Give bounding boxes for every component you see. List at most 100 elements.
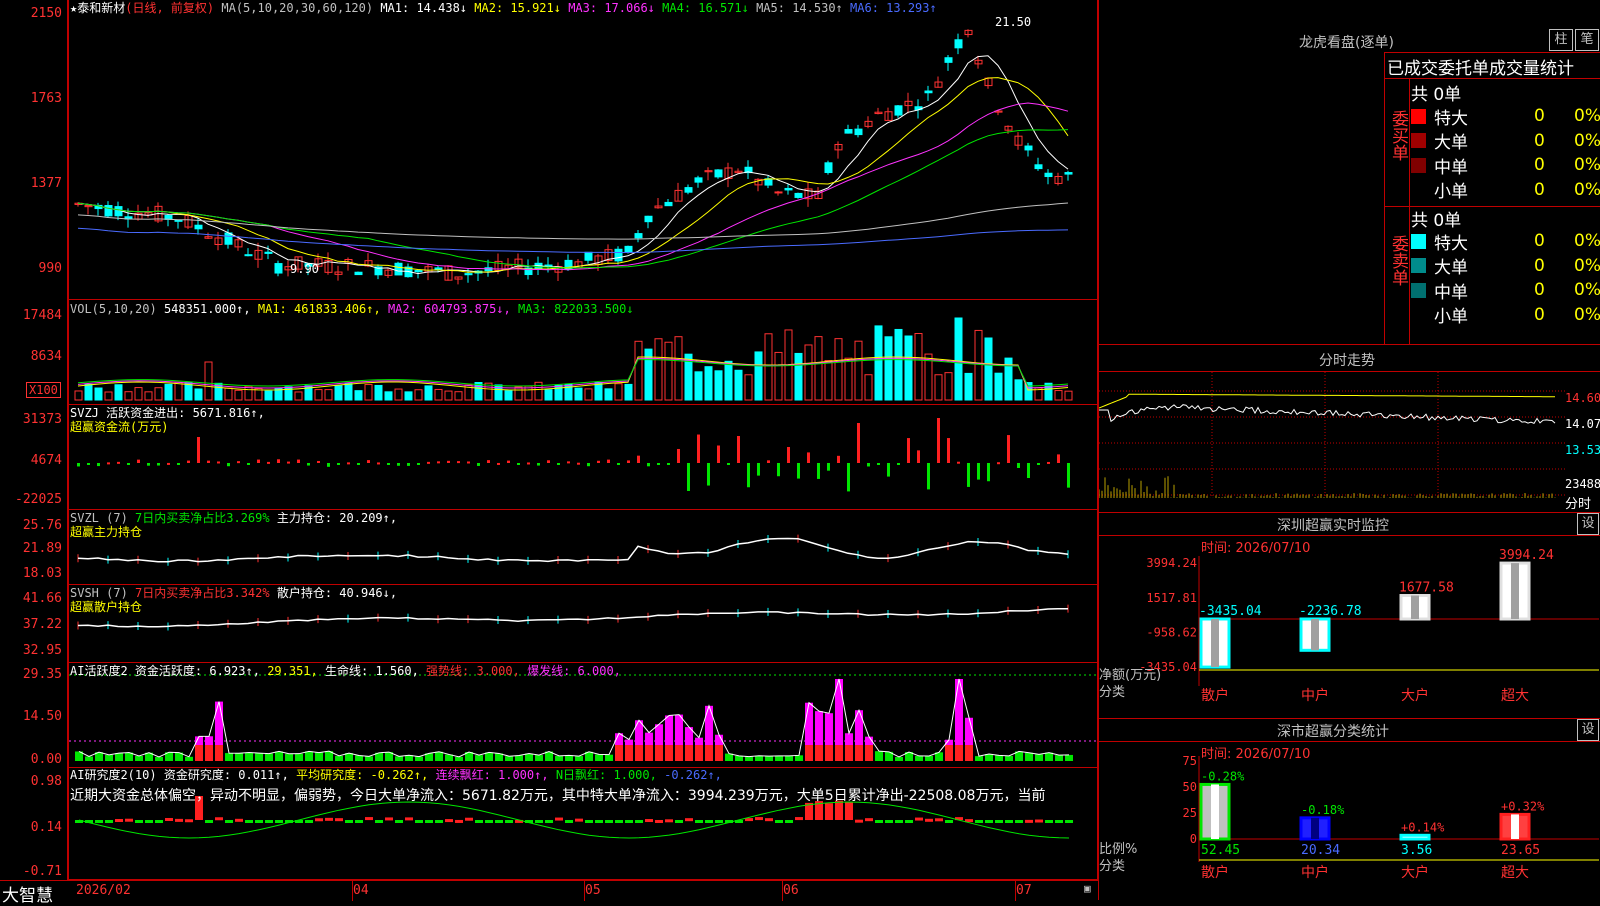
candle-body [394,262,403,276]
class-value-label: 20.34 [1301,843,1340,858]
volume-bar [224,387,233,401]
sz-monitor-title: 深圳超赢实时监控 [1277,518,1389,534]
volume-bar [704,366,713,401]
sell-orders-label: 委卖单 [1388,235,1408,286]
research-bar [605,820,613,823]
volume-bar [984,337,993,401]
activity-bar [485,752,493,761]
volume-bar [324,389,333,401]
svzj-bar [947,438,950,463]
svzj-bar [267,461,270,464]
volume-bar [964,372,973,401]
svzj-bar [897,463,900,465]
research-bar [875,820,883,823]
sell-row-name: 小单 [1434,307,1468,327]
research-bar [495,820,503,823]
svzj-bar [537,463,540,466]
buy-row-pct: 0% [1574,179,1600,200]
sell-row-count: 0 [1534,304,1545,325]
left-chart-area[interactable]: ★泰和新材(日线, 前复权) MA(5,10,20,30,60,120) MA1… [0,0,1098,880]
volume-bar [154,387,163,401]
research-bar [855,819,863,823]
svzj-bar [1047,461,1050,464]
candle-body [464,273,473,276]
svzj-bar [637,455,640,463]
sz-class-settings-button[interactable]: 设 [1577,719,1599,741]
svzj-bar [697,434,700,463]
research-bar [335,818,343,822]
activity-bar [225,753,233,761]
volume-bar [894,328,903,401]
volume-bar [954,317,963,401]
candle-body [664,201,673,207]
svzj-bar [527,462,530,465]
class-change-label: +0.32% [1501,799,1545,813]
monitor-bar-shade [1211,619,1219,668]
intraday-vol-unit: 分时 [1565,497,1592,512]
svzj-bar [397,463,400,466]
svzj-bar [167,462,170,465]
volume-bar [234,389,243,401]
candlestick-panel[interactable] [68,0,1098,300]
volume-bar [194,388,203,401]
sell-row-pct: 0% [1574,280,1600,300]
svzj-bar [227,463,230,467]
volume-bar [1054,390,1063,401]
volume-bar [1064,390,1073,401]
class-bar [1399,833,1431,841]
svzj-bar [577,462,580,465]
research-bar [455,819,463,823]
volume-bar [74,390,83,401]
volume-bar [454,391,463,401]
svzj-bar [457,461,460,464]
candle-body [434,267,443,270]
svsh-legend: SVSH (7) 7日内买卖净占比3.342% 散户持仓: 40.946↓, 超… [70,586,397,614]
activity-bar [365,756,373,761]
lock-icon[interactable]: ▣ [1084,882,1091,895]
candle-body [824,162,833,174]
activity-bar [295,753,303,761]
ai-research-panel[interactable] [68,767,1098,880]
trade-mode-button[interactable]: 笔 [1575,29,1599,51]
sell-row-name: 特大 [1434,233,1468,254]
activity-bar [255,753,263,761]
research-bar [985,820,993,823]
activity-base-bar [665,745,673,761]
buy-color-swatch [1411,182,1426,197]
svzl-legend: SVZL (7) 7日内买卖净占比3.269% 主力持仓: 20.209↑, 超… [70,511,397,539]
intraday-svg[interactable] [1099,372,1600,512]
svzl-subtitle: 超赢主力持仓 [70,525,143,539]
volume-bar [674,336,683,401]
svzj-bar [937,418,940,463]
volume-bar [404,391,413,401]
activity-base-bar [855,745,863,761]
volume-bar [874,325,883,401]
candle-body [194,224,203,230]
intraday-y-tick: 14.07 [1565,417,1600,431]
research-bar [315,818,323,822]
svzj-bar [557,463,560,465]
svzj-bar [97,463,100,467]
activity-bar [135,755,143,761]
sz-monitor-settings-button[interactable]: 设 [1577,513,1599,535]
activity-base-bar [815,745,823,761]
research-bar [755,817,763,821]
svzl-y-tick: 25.76 [22,518,62,533]
bar-mode-button[interactable]: 柱 [1549,29,1573,51]
buy-row-pct: 0% [1574,130,1600,151]
svzj-bar [147,463,150,466]
svzj-bar [867,463,870,467]
svzl-y-tick: 18.03 [22,566,62,581]
research-bar [655,819,663,823]
intraday-vol-tick: 23488 [1565,477,1600,491]
sell-row-pct: 0% [1574,304,1600,325]
candle-body [694,177,703,183]
monitor-bar-shade [1411,595,1419,619]
sell-color-swatch [1411,233,1426,249]
class-value-label: 52.45 [1201,843,1240,858]
volume-bar [754,351,763,401]
ma4-value: MA4: 16.571↓ [662,1,749,15]
stats-tabs[interactable]: 已成交委托单成交量统计 [1387,54,1600,79]
class-axis-label: 分类 [1099,859,1125,874]
svzj-bar [827,463,830,471]
